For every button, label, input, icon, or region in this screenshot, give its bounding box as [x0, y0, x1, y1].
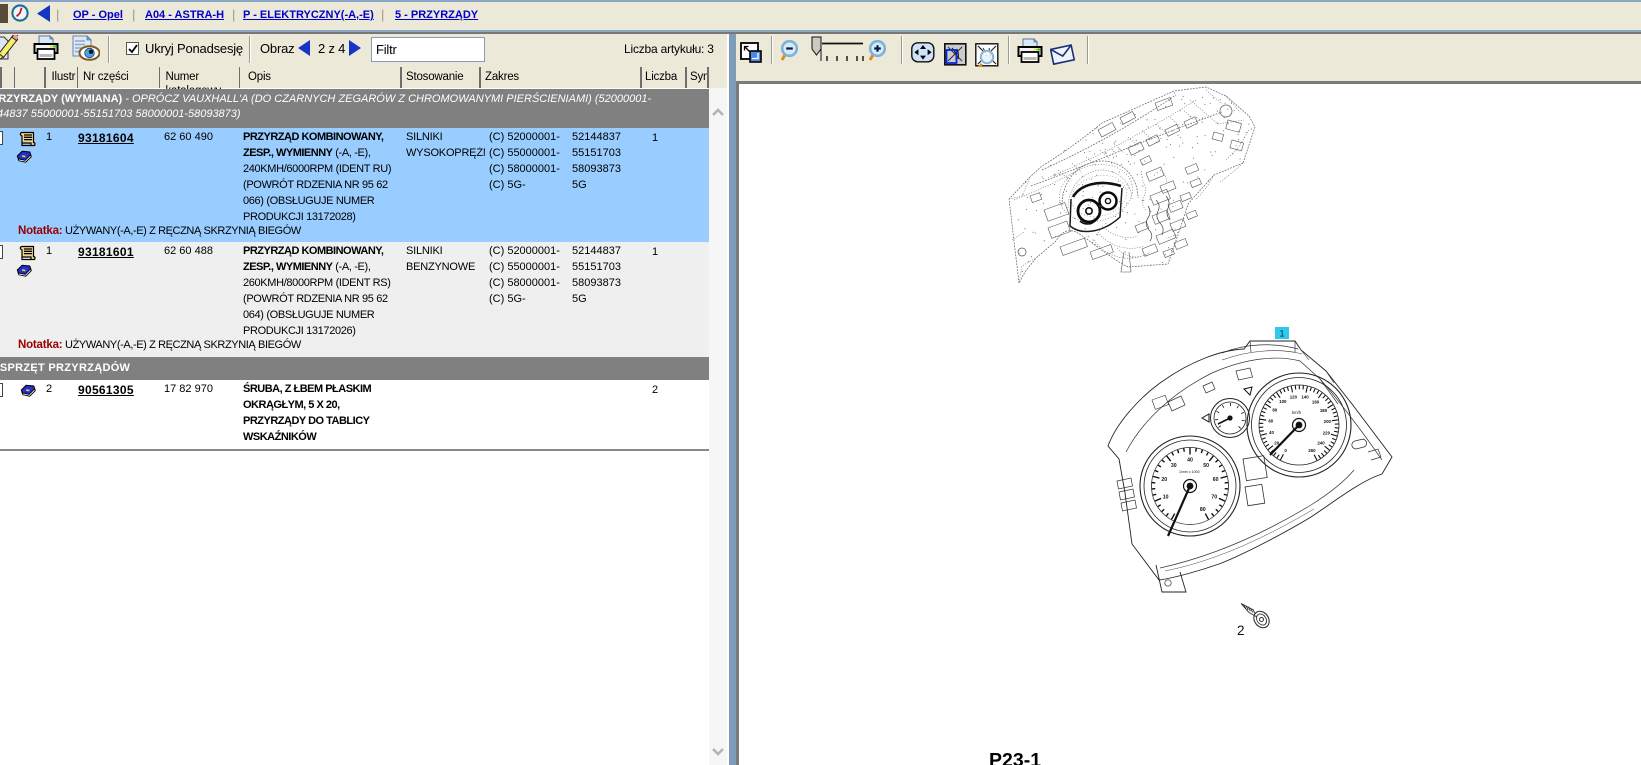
svg-text:180: 180: [1320, 408, 1328, 413]
svg-text:2: 2: [1237, 623, 1245, 638]
svg-text:80: 80: [1200, 507, 1206, 513]
svg-text:80: 80: [1272, 408, 1277, 413]
svg-text:60: 60: [1213, 477, 1219, 483]
svg-text:100: 100: [1279, 399, 1287, 404]
svg-text:30: 30: [1171, 463, 1177, 469]
svg-text:50: 50: [1203, 463, 1209, 469]
svg-text:40: 40: [1269, 430, 1274, 435]
svg-text:P23-1: P23-1: [989, 750, 1041, 765]
svg-text:140: 140: [1301, 395, 1309, 400]
svg-text:km/h: km/h: [1292, 410, 1302, 415]
svg-text:240: 240: [1317, 441, 1325, 446]
svg-text:60: 60: [1268, 418, 1273, 423]
svg-text:0: 0: [1284, 448, 1287, 453]
svg-text:120: 120: [1290, 395, 1298, 400]
svg-text:1: 1: [1279, 329, 1284, 339]
svg-text:40: 40: [1187, 457, 1193, 463]
svg-text:70: 70: [1211, 494, 1217, 500]
svg-text:10: 10: [1163, 494, 1169, 500]
svg-text:160: 160: [1312, 400, 1320, 405]
svg-text:200: 200: [1324, 419, 1332, 424]
svg-text:1/min x 1000: 1/min x 1000: [1179, 470, 1200, 474]
svg-text:20: 20: [1161, 477, 1167, 483]
svg-text:260: 260: [1308, 448, 1316, 453]
svg-text:220: 220: [1323, 431, 1331, 436]
